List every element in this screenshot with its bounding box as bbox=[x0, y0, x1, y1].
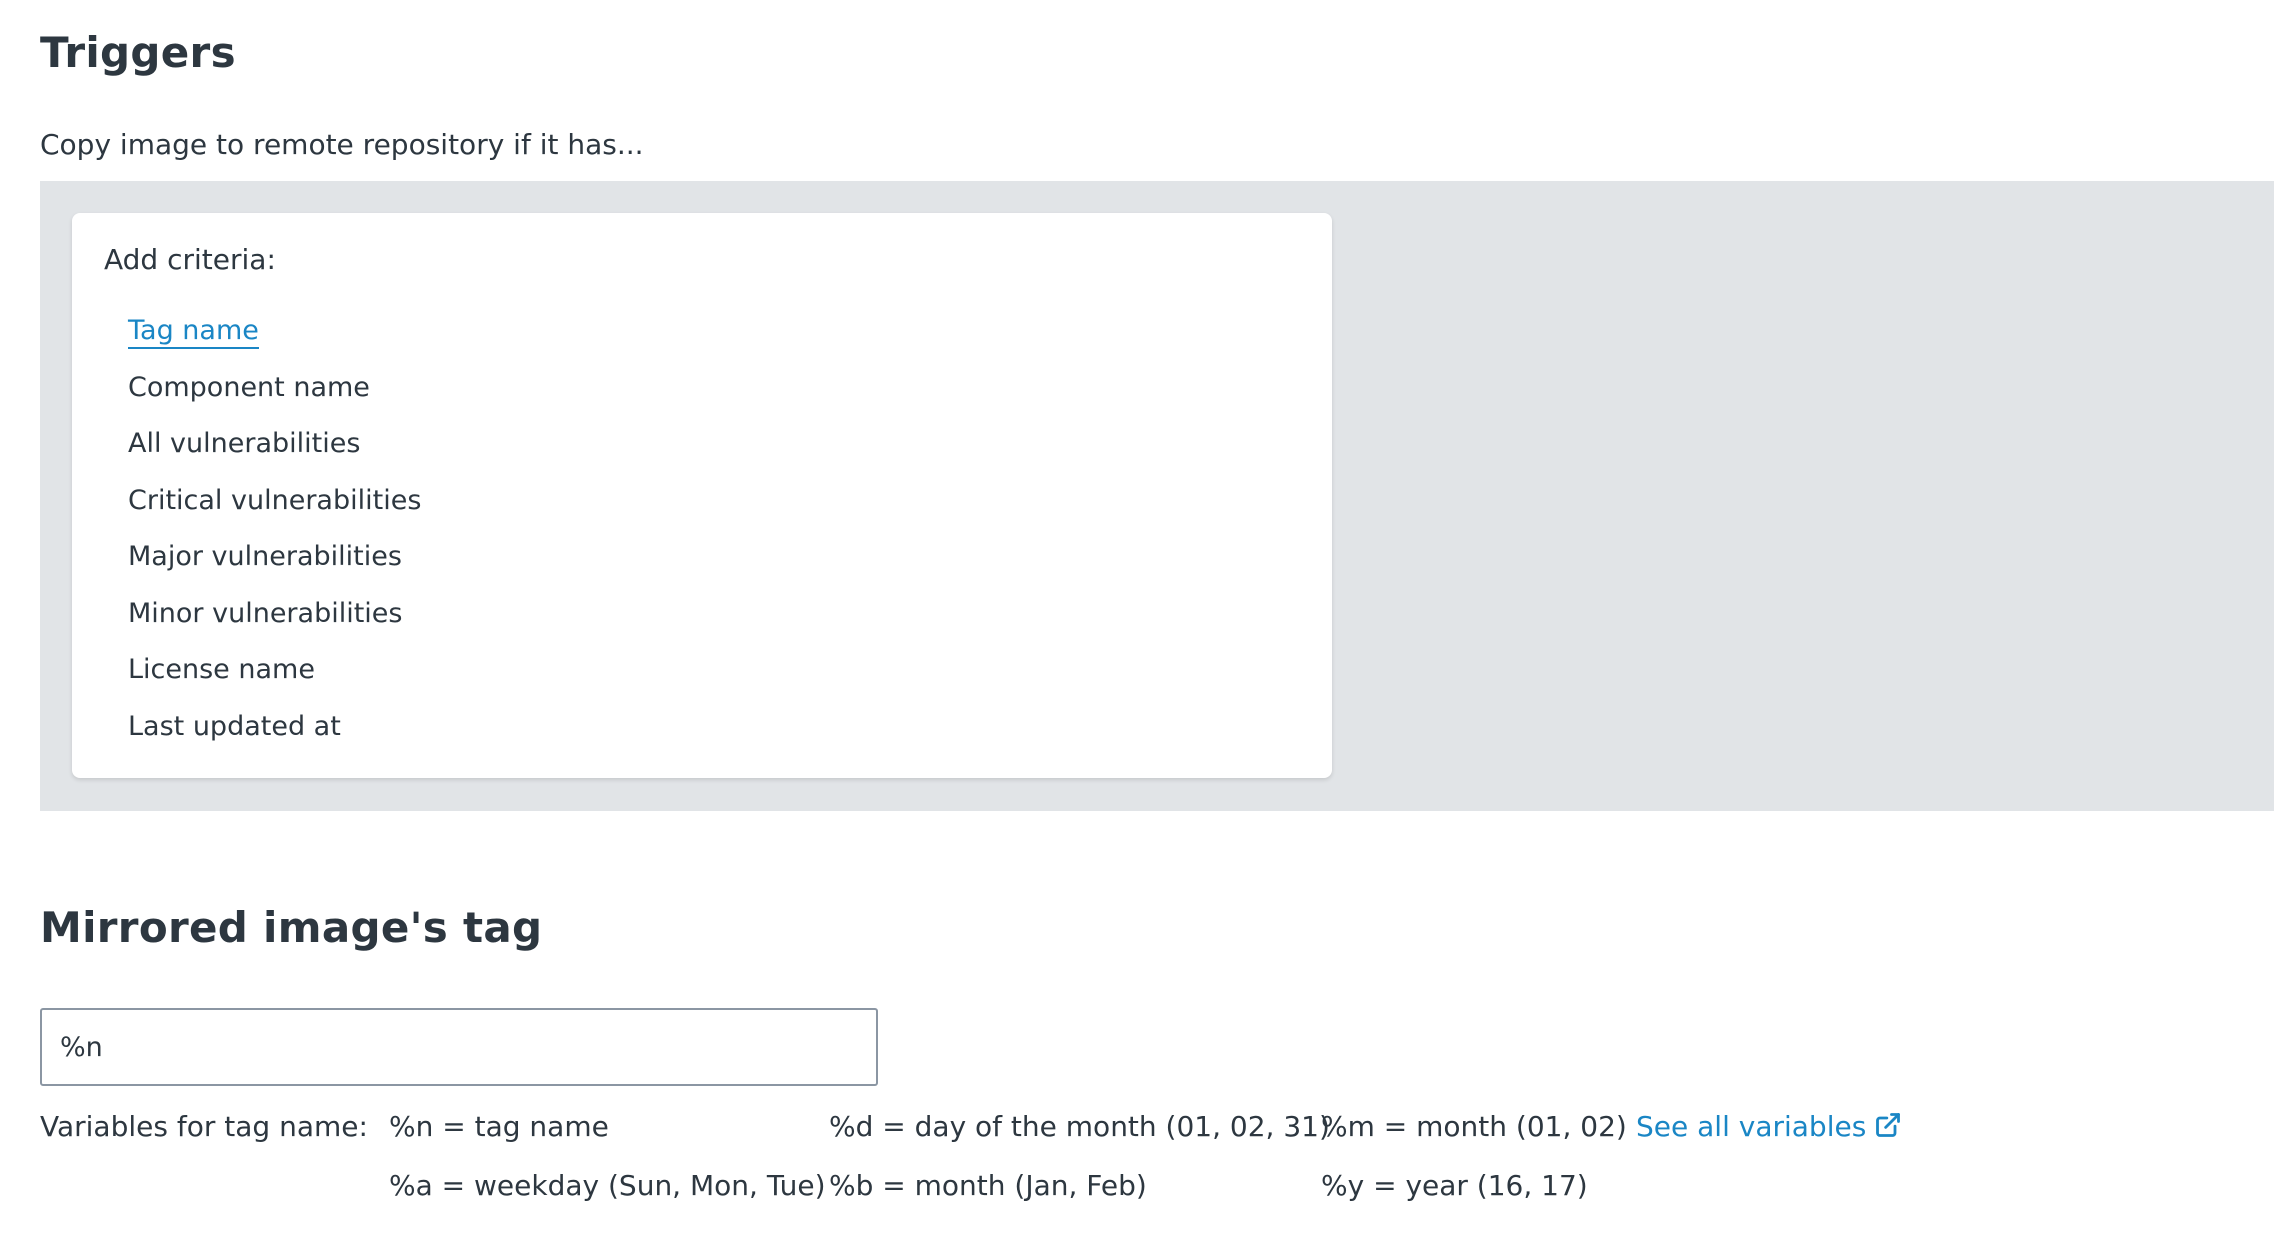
criteria-item-critical-vulnerabilities[interactable]: Critical vulnerabilities bbox=[128, 481, 421, 538]
variable-d: %d = day of the month (01, 02, 31) bbox=[829, 1110, 1330, 1143]
criteria-list: Tag name Component name All vulnerabilit… bbox=[128, 311, 421, 763]
criteria-card: Add criteria: Tag name Component name Al… bbox=[72, 213, 1332, 778]
variable-m: %m = month (01, 02) bbox=[1321, 1110, 1627, 1143]
add-criteria-heading: Add criteria: bbox=[104, 243, 276, 276]
triggers-subtitle: Copy image to remote repository if it ha… bbox=[40, 128, 644, 161]
see-all-variables-link[interactable]: See all variables bbox=[1636, 1110, 1902, 1143]
criteria-item-license-name[interactable]: License name bbox=[128, 650, 421, 707]
variable-a: %a = weekday (Sun, Mon, Tue) bbox=[389, 1169, 826, 1202]
variable-b: %b = month (Jan, Feb) bbox=[829, 1169, 1147, 1202]
mirrored-tag-input[interactable] bbox=[40, 1008, 878, 1086]
criteria-item-major-vulnerabilities[interactable]: Major vulnerabilities bbox=[128, 537, 421, 594]
variable-y: %y = year (16, 17) bbox=[1321, 1169, 1588, 1202]
variable-n: %n = tag name bbox=[389, 1110, 609, 1143]
criteria-area: Add criteria: Tag name Component name Al… bbox=[40, 181, 2274, 811]
variables-label: Variables for tag name: bbox=[40, 1110, 368, 1143]
criteria-item-tag-name[interactable]: Tag name bbox=[128, 311, 421, 368]
external-link-icon bbox=[1876, 1113, 1901, 1137]
criteria-item-all-vulnerabilities[interactable]: All vulnerabilities bbox=[128, 424, 421, 481]
criteria-item-last-updated-at[interactable]: Last updated at bbox=[128, 707, 421, 764]
see-all-variables-label: See all variables bbox=[1636, 1110, 1867, 1143]
mirrored-tag-title: Mirrored image's tag bbox=[40, 903, 543, 952]
criteria-item-component-name[interactable]: Component name bbox=[128, 368, 421, 425]
triggers-title: Triggers bbox=[40, 28, 236, 77]
criteria-item-minor-vulnerabilities[interactable]: Minor vulnerabilities bbox=[128, 594, 421, 651]
